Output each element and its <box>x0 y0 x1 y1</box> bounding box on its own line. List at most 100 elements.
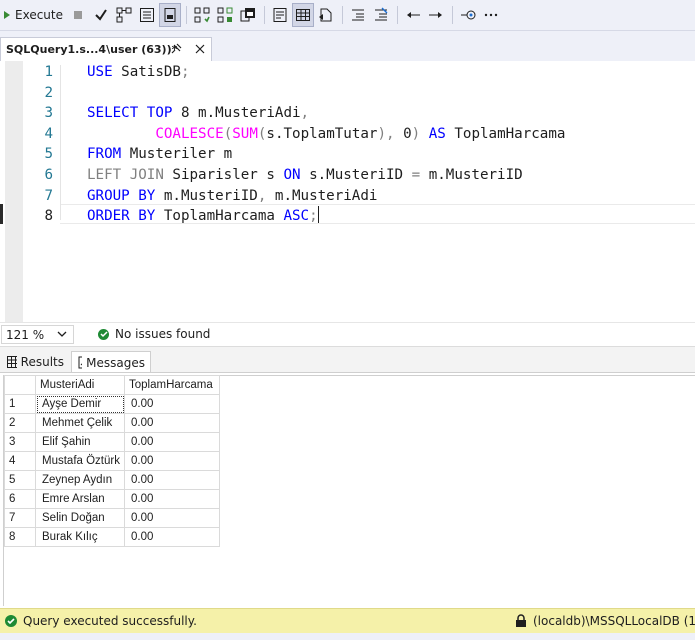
musteriadi-cell[interactable]: Emre Arslan <box>35 489 125 509</box>
musteriadi-cell[interactable]: Zeynep Aydın <box>35 470 125 490</box>
toolbar-separator <box>342 6 343 24</box>
toplamharcama-cell[interactable]: 0.00 <box>124 413 220 433</box>
toplamharcama-cell[interactable]: 0.00 <box>124 470 220 490</box>
row-number-header[interactable] <box>4 375 36 395</box>
status-message-text: Query executed successfully. <box>23 614 197 628</box>
row-number-cell[interactable]: 3 <box>4 432 36 452</box>
code-token: s.ToplamTutar <box>266 125 378 142</box>
code-token: m.MusteriID <box>420 167 523 183</box>
results-to-file-toggle[interactable] <box>315 3 337 27</box>
client-stats-button[interactable] <box>237 3 259 27</box>
query-document-tab[interactable]: SQLQuery1.s...4\user (63))* <box>0 37 212 61</box>
column-header-musteriadi[interactable]: MusteriAdi <box>35 375 125 395</box>
results-grid-area: MusteriAdi ToplamHarcama 1 Ayşe Demir 0.00… <box>0 372 695 608</box>
table-row[interactable]: 5 Zeynep Aydın 0.00 <box>4 470 220 490</box>
grid-header-row: MusteriAdi ToplamHarcama <box>4 375 220 395</box>
musteriadi-cell[interactable]: Ayşe Demir <box>35 394 125 414</box>
specify-values-button[interactable] <box>457 3 479 27</box>
results-to-text-icon <box>194 7 210 23</box>
musteriadi-cell[interactable]: Burak Kılıç <box>35 527 125 547</box>
table-row[interactable]: 1 Ayşe Demir 0.00 <box>4 394 220 414</box>
code-line: LEFT JOIN Siparisler s ON s.MusteriID = … <box>87 165 523 185</box>
display-plan-button[interactable] <box>113 3 135 27</box>
more-icon <box>484 13 498 17</box>
close-icon[interactable] <box>193 42 207 56</box>
display-plan-icon <box>116 7 132 23</box>
toplamharcama-cell[interactable]: 0.00 <box>124 394 220 414</box>
parse-button[interactable] <box>90 3 112 27</box>
tab-messages[interactable]: Messages <box>71 351 151 373</box>
toplamharcama-cell[interactable]: 0.00 <box>124 451 220 471</box>
code-token: ) <box>411 125 421 142</box>
more-options-button[interactable] <box>480 3 502 27</box>
decrease-indent-icon <box>407 12 420 18</box>
row-number-cell[interactable]: 1 <box>4 394 36 414</box>
code-token: ON <box>283 167 301 183</box>
tab-messages-label: Messages <box>86 355 145 370</box>
row-number-cell[interactable]: 2 <box>4 413 36 433</box>
toplamharcama-cell[interactable]: 0.00 <box>124 527 220 547</box>
stop-icon <box>74 11 82 19</box>
results-to-grid-toggle[interactable] <box>292 3 314 27</box>
lock-icon <box>516 614 526 627</box>
musteriadi-cell[interactable]: Selin Doğan <box>35 508 125 528</box>
code-token: USE <box>87 64 113 80</box>
document-tab-strip: SQLQuery1.s...4\user (63))* <box>0 31 695 61</box>
line-number: 8 <box>44 208 53 225</box>
table-row[interactable]: 4 Mustafa Öztürk 0.00 <box>4 451 220 471</box>
results-to-text-button[interactable] <box>191 3 213 27</box>
column-header-toplamharcama[interactable]: ToplamHarcama <box>124 375 220 395</box>
sql-editor[interactable]: 1 USE SatisDB; 2 3 SELECT TOP 8 m.MusteriAdi… <box>0 61 695 322</box>
zoom-dropdown[interactable]: 121 % <box>1 325 74 344</box>
line-number: 6 <box>44 167 53 183</box>
increase-indent-button[interactable] <box>425 3 447 27</box>
line-number: 5 <box>44 146 53 163</box>
stop-button[interactable] <box>67 3 89 27</box>
code-line: USE SatisDB; <box>87 62 190 82</box>
table-row[interactable]: 7 Selin Doğan 0.00 <box>4 508 220 528</box>
toplamharcama-cell[interactable]: 0.00 <box>124 489 220 509</box>
execute-button[interactable]: Execute <box>1 3 67 27</box>
musteriadi-cell[interactable]: Elif Şahin <box>35 432 125 452</box>
uncomment-icon <box>375 7 388 21</box>
row-number-cell[interactable]: 5 <box>4 470 36 490</box>
code-token: ; <box>180 64 190 80</box>
change-indicator <box>0 204 3 224</box>
table-row[interactable]: 2 Mehmet Çelik 0.00 <box>4 413 220 433</box>
results-to-text-toggle[interactable] <box>269 3 291 27</box>
toolbar-separator <box>264 6 265 24</box>
editor-status-row: 121 % No issues found <box>0 322 695 346</box>
intellisense-toggle[interactable] <box>159 3 181 27</box>
text-caret <box>317 206 319 224</box>
live-stats-icon <box>217 7 233 23</box>
code-token: , <box>300 105 310 122</box>
status-message: Query executed successfully. <box>4 614 197 628</box>
query-options-button[interactable] <box>136 3 158 27</box>
comment-button[interactable] <box>347 3 369 27</box>
live-query-stats-button[interactable] <box>214 3 236 27</box>
code-token: 0 <box>394 125 412 142</box>
messages-icon <box>78 356 83 369</box>
uncomment-button[interactable] <box>370 3 392 27</box>
code-token: = <box>411 167 421 183</box>
table-row[interactable]: 6 Emre Arslan 0.00 <box>4 489 220 509</box>
code-token: 8 m.MusteriAdi <box>172 105 301 122</box>
table-row[interactable]: 3 Elif Şahin 0.00 <box>4 432 220 452</box>
tab-results[interactable]: Results <box>2 351 69 373</box>
pin-icon[interactable] <box>169 42 183 56</box>
musteriadi-cell[interactable]: Mehmet Çelik <box>35 413 125 433</box>
table-row[interactable]: 8 Burak Kılıç 0.00 <box>4 527 220 547</box>
decrease-indent-button[interactable] <box>402 3 424 27</box>
line-number: 4 <box>44 125 53 142</box>
code-line: ORDER BY ToplamHarcama ASC; <box>87 206 319 226</box>
row-number-cell[interactable]: 6 <box>4 489 36 509</box>
toplamharcama-cell[interactable]: 0.00 <box>124 508 220 528</box>
row-number-cell[interactable]: 4 <box>4 451 36 471</box>
issues-text: No issues found <box>115 327 211 341</box>
toplamharcama-cell[interactable]: 0.00 <box>124 432 220 452</box>
musteriadi-cell[interactable]: Mustafa Öztürk <box>35 451 125 471</box>
row-number-cell[interactable]: 8 <box>4 527 36 547</box>
issues-indicator[interactable]: No issues found <box>98 327 210 341</box>
row-number-cell[interactable]: 7 <box>4 508 36 528</box>
tab-results-label: Results <box>20 355 64 369</box>
